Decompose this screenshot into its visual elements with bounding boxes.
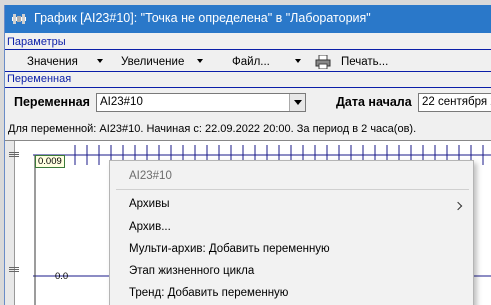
- menu-item-archives[interactable]: Архивы: [129, 198, 170, 210]
- start-date-field[interactable]: 22 сентября 2: [418, 93, 491, 112]
- period-info: Для переменной: AI23#10. Начиная с: 22.0…: [8, 123, 417, 135]
- start-date-value: 22 сентября 2: [422, 96, 491, 108]
- app-icon: [12, 14, 26, 24]
- context-menu-header: AI23#10: [129, 170, 172, 182]
- variable-select-value: AI23#10: [100, 96, 143, 108]
- variable-select[interactable]: AI23#10: [96, 93, 306, 112]
- divider: [5, 49, 491, 50]
- file-menu-button[interactable]: Файл...: [232, 53, 270, 71]
- values-menu-button[interactable]: Значения: [27, 53, 78, 71]
- divider: [5, 87, 491, 88]
- variable-label: Переменная: [14, 95, 90, 109]
- printer-icon[interactable]: [315, 55, 331, 69]
- context-menu-separator: [116, 189, 469, 190]
- divider: [5, 71, 491, 72]
- y-max-label: 0.009: [35, 155, 65, 168]
- context-menu: AI23#10 Архивы Архив... Мульти-архив: До…: [109, 160, 474, 305]
- parameters-section-label: Параметры: [7, 36, 66, 48]
- menu-item-multi-archive-add[interactable]: Мульти-архив: Добавить переменную: [129, 243, 330, 255]
- title-bar[interactable]: График [AI23#10]: "Точка не определена" …: [5, 5, 491, 33]
- variable-row: Переменная AI23#10 Дата начала 22 сентяб…: [5, 93, 491, 113]
- chevron-down-icon[interactable]: [295, 59, 301, 63]
- window-title: График [AI23#10]: "Точка не определена" …: [34, 11, 371, 25]
- y-min-label: 0.0: [55, 271, 69, 282]
- dropdown-arrow-icon[interactable]: [289, 94, 305, 111]
- menu-item-lifecycle-stage[interactable]: Этап жизненного цикла: [129, 265, 254, 277]
- menu-item-archive[interactable]: Архив...: [129, 221, 171, 233]
- variable-section-label: Переменная: [7, 73, 72, 85]
- chevron-right-icon: [453, 201, 463, 211]
- zoom-menu-button[interactable]: Увеличение: [121, 53, 184, 71]
- print-button[interactable]: Печать...: [341, 53, 388, 71]
- chart-left-strip: [5, 141, 15, 305]
- toolbar: Значения Увеличение Файл... Печать...: [5, 52, 491, 72]
- chevron-down-icon[interactable]: [197, 59, 203, 63]
- start-date-label: Дата начала: [336, 95, 412, 109]
- chevron-down-icon[interactable]: [97, 59, 103, 63]
- menu-item-trend-add[interactable]: Тренд: Добавить переменную: [129, 287, 288, 299]
